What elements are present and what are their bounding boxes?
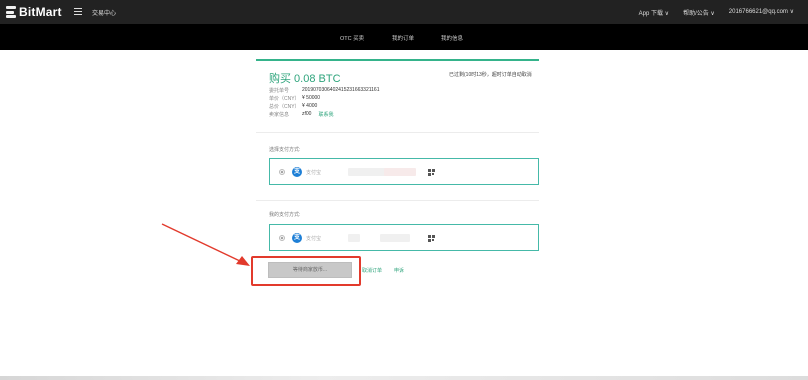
contact-seller-link[interactable]: 联系我 bbox=[318, 111, 333, 118]
order-title: 购买 0.08 BTC bbox=[269, 73, 341, 85]
info-row-seller: 卖家信息 zf00 联系我 bbox=[269, 111, 333, 118]
payment-method-label: 支付宝 bbox=[306, 170, 322, 176]
brand-logo[interactable]: BitMart bbox=[6, 5, 62, 19]
info-key: 委托单号 bbox=[269, 88, 290, 94]
hamburger-menu-icon[interactable] bbox=[74, 8, 82, 16]
payment-option-selected[interactable]: 支 支付宝 bbox=[269, 158, 539, 185]
my-payment-label: 我的支付方式: bbox=[269, 212, 301, 218]
alipay-icon: 支 bbox=[292, 233, 302, 243]
info-key: 总价（CNY） bbox=[269, 104, 300, 110]
otc-subnav: OTC 买卖 我的订单 我的信息 bbox=[0, 24, 808, 50]
appeal-link[interactable]: 申诉 bbox=[394, 267, 404, 274]
bottom-scroll-strip bbox=[0, 376, 808, 380]
bitmart-logo-icon bbox=[6, 5, 16, 19]
annotation-arrow-icon bbox=[161, 223, 250, 266]
info-value: ¥ 4000 bbox=[302, 103, 318, 109]
order-countdown: 已过剩(10时13秒，超时订单自动取消 bbox=[449, 72, 532, 78]
redacted-account bbox=[348, 234, 360, 242]
info-row-order-id: 委托单号 2019070306402415231663321161 bbox=[269, 87, 380, 94]
my-payment-option[interactable]: 支 支付宝 bbox=[269, 224, 539, 251]
section-divider bbox=[256, 132, 539, 133]
alipay-icon: 支 bbox=[292, 167, 302, 177]
info-key: 单价（CNY） bbox=[269, 96, 300, 102]
tab-my-info[interactable]: 我的信息 bbox=[441, 34, 463, 42]
info-row-total-price: 总价（CNY） ¥ 4000 bbox=[269, 103, 317, 110]
info-row-unit-price: 单价（CNY） ¥ 50000 bbox=[269, 95, 320, 102]
select-payment-label: 选择支付方式: bbox=[269, 147, 301, 153]
info-key: 卖家信息 bbox=[269, 112, 290, 118]
tab-otc-trade[interactable]: OTC 买卖 bbox=[340, 34, 364, 42]
info-value: zf00 bbox=[302, 111, 312, 117]
payment-radio[interactable] bbox=[279, 169, 285, 175]
annotation-highlight-box bbox=[251, 256, 361, 286]
redacted-name bbox=[380, 234, 410, 242]
help-announcement-menu[interactable]: 帮助/公告 ∨ bbox=[683, 8, 715, 17]
cancel-order-link[interactable]: 取消订单 bbox=[362, 267, 382, 274]
brand-name: BitMart bbox=[19, 5, 62, 19]
payment-method-label: 支付宝 bbox=[306, 236, 322, 242]
account-menu[interactable]: 2016766621@qq.com ∨ bbox=[729, 8, 794, 17]
redacted-name bbox=[384, 168, 416, 176]
card-top-rule bbox=[256, 59, 539, 61]
tab-my-orders[interactable]: 我的订单 bbox=[392, 34, 414, 42]
top-header: BitMart 交易中心 App 下载 ∨ 帮助/公告 ∨ 2016766621… bbox=[0, 0, 808, 24]
qr-code-icon[interactable] bbox=[428, 169, 435, 176]
nav-exchange-center[interactable]: 交易中心 bbox=[92, 8, 116, 17]
app-download-menu[interactable]: App 下载 ∨ bbox=[639, 8, 669, 17]
section-divider bbox=[256, 200, 539, 201]
header-right-menu: App 下载 ∨ 帮助/公告 ∨ 2016766621@qq.com ∨ bbox=[639, 8, 794, 17]
info-value: 2019070306402415231663321161 bbox=[302, 87, 380, 93]
qr-code-icon[interactable] bbox=[428, 235, 435, 242]
info-value: ¥ 50000 bbox=[302, 95, 321, 101]
payment-radio[interactable] bbox=[279, 235, 285, 241]
